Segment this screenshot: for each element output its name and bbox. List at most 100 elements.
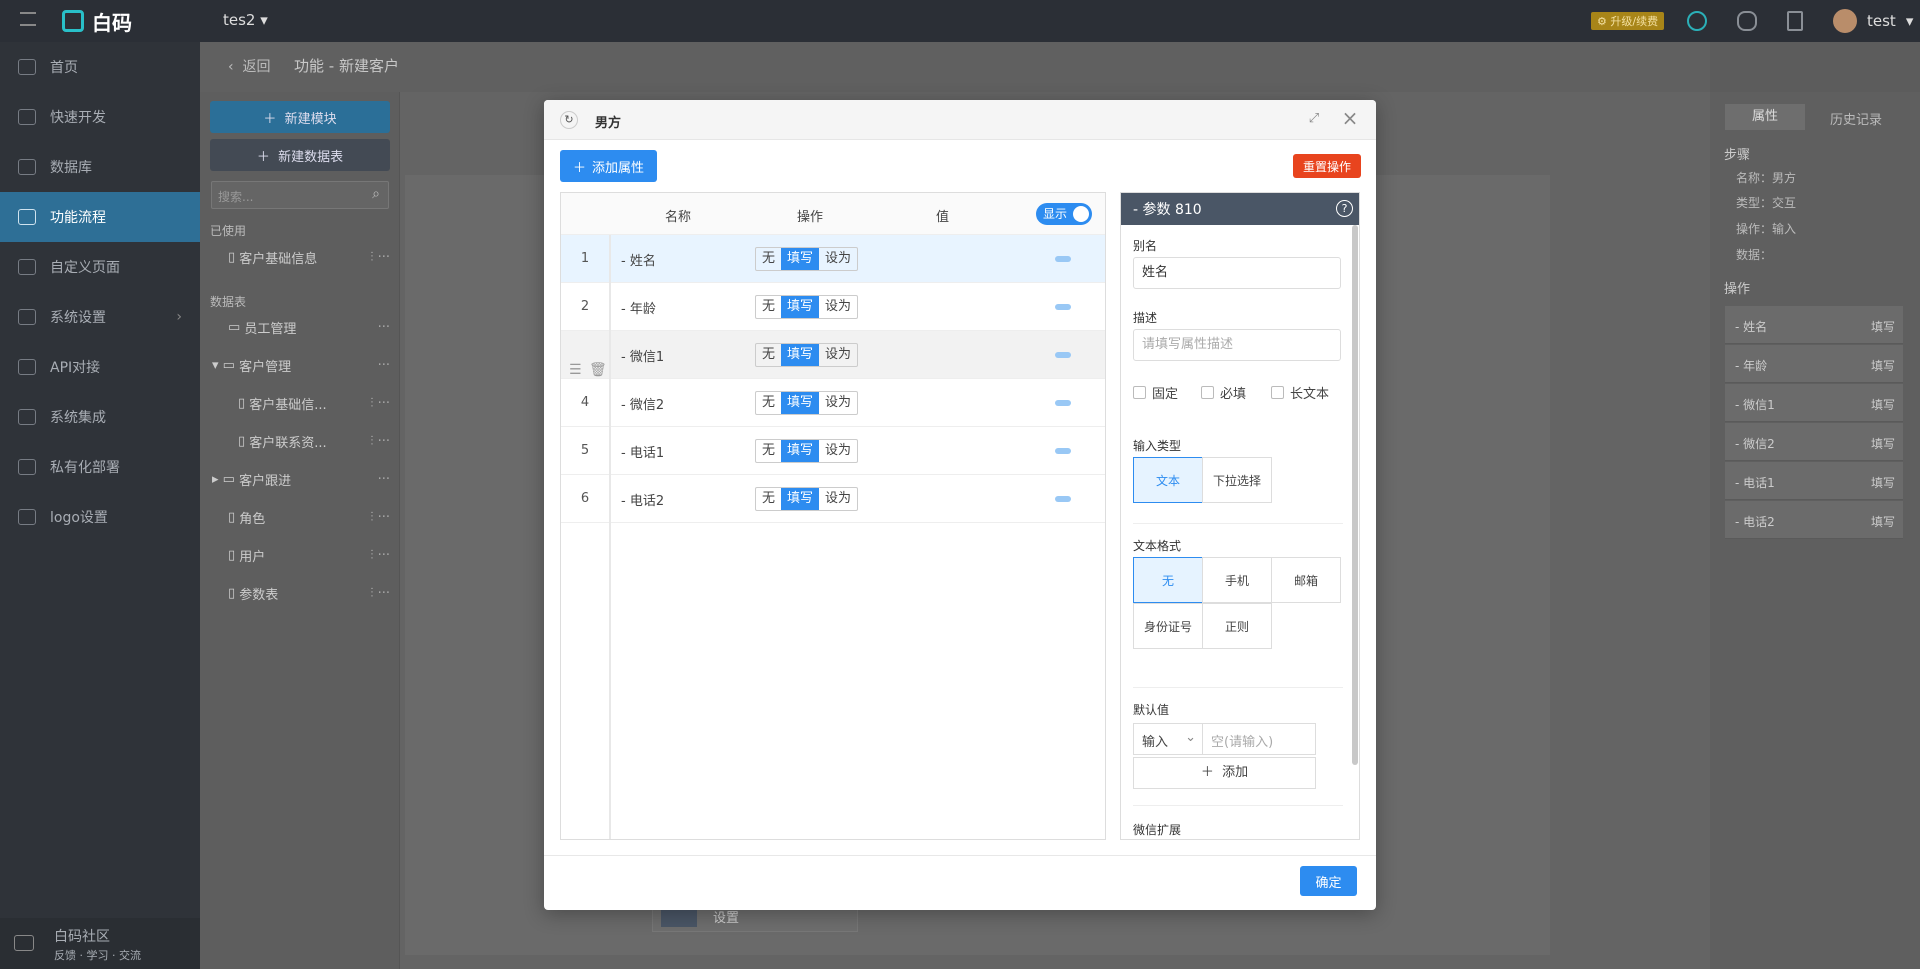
tree-item-label: 员工管理 — [244, 321, 297, 337]
alias-input[interactable]: 姓名 — [1133, 257, 1341, 289]
table-row[interactable]: 1 - 姓名 无填写 设为 — [561, 235, 1105, 283]
format-none[interactable]: 无 — [1133, 557, 1203, 603]
more-icon[interactable]: ⫶ ··· — [370, 434, 390, 449]
tree-item[interactable]: ▯ 客户基础信息 ⫶ ··· — [210, 246, 390, 268]
tree-item[interactable]: ▸ ▭ 客户跟进 ··· — [210, 468, 390, 490]
required-checkbox[interactable]: 必填 — [1201, 383, 1246, 402]
value-toggle[interactable] — [1055, 448, 1071, 454]
tree-item[interactable]: ▾ ▭ 客户管理 ··· — [210, 354, 390, 376]
op-fill[interactable]: 填写 — [781, 344, 820, 366]
tree-item[interactable]: ▯ 用户 ⫶ ··· — [210, 544, 390, 566]
search-icon[interactable]: ⌕ — [372, 186, 380, 202]
tree-item[interactable]: ▯ 参数表 ⫶ ··· — [210, 582, 390, 604]
back-link[interactable]: ‹ 返回 — [228, 56, 271, 76]
expand-icon[interactable]: ⤢ — [1306, 111, 1322, 127]
table-row[interactable]: 4 - 微信2 无填写 设为 — [561, 379, 1105, 427]
more-icon[interactable]: ··· — [378, 320, 390, 335]
table-row[interactable]: 2 - 年龄 无填写 设为 — [561, 283, 1105, 331]
more-icon[interactable]: ⫶ ··· — [370, 586, 390, 601]
long-text-checkbox[interactable]: 长文本 — [1271, 383, 1329, 402]
more-icon[interactable]: ··· — [378, 472, 390, 487]
tree-search-input[interactable]: 搜索... — [218, 188, 253, 205]
more-icon[interactable]: ⫶ ··· — [370, 396, 390, 411]
more-icon[interactable]: ⫶ ··· — [370, 250, 390, 265]
description-input[interactable]: 请填写属性描述 — [1133, 329, 1341, 361]
community-link[interactable]: 白码社区 反馈 · 学习 · 交流 — [0, 918, 200, 969]
op-fill[interactable]: 填写 — [781, 392, 820, 414]
op-fill[interactable]: 填写 — [781, 296, 820, 318]
tab-history[interactable]: 历史记录 — [1830, 109, 1882, 128]
more-icon[interactable]: ⫶ ··· — [370, 548, 390, 563]
play-icon[interactable] — [1687, 11, 1707, 31]
tree-item[interactable]: ▭ 员工管理 ··· — [210, 316, 390, 338]
op-none[interactable]: 无 — [756, 392, 781, 414]
value-toggle[interactable] — [1055, 496, 1071, 502]
op-set[interactable]: 设为 — [819, 296, 857, 318]
op-set[interactable]: 设为 — [819, 392, 857, 414]
op-none[interactable]: 无 — [756, 440, 781, 462]
more-icon[interactable]: ⫶ ··· — [370, 510, 390, 525]
format-phone[interactable]: 手机 — [1202, 557, 1272, 603]
op-set[interactable]: 设为 — [819, 344, 857, 366]
new-table-button[interactable]: ＋ 新建数据表 — [210, 139, 390, 171]
tree-item[interactable]: ▯ 客户联系资... ⫶ ··· — [210, 430, 390, 452]
op-none[interactable]: 无 — [756, 344, 781, 366]
chevron-right-icon: › — [176, 309, 182, 325]
param-scrollbar[interactable] — [1352, 225, 1358, 765]
close-icon[interactable]: × — [1340, 108, 1360, 128]
help-icon[interactable] — [1787, 11, 1803, 31]
add-default-button[interactable]: ＋ 添加 — [1133, 757, 1316, 789]
sidebar-item-quick-dev[interactable]: 快速开发 — [0, 92, 200, 142]
user-menu[interactable]: test ▾ — [1833, 9, 1913, 33]
refresh-icon[interactable]: ↻ — [560, 111, 578, 129]
sidebar-item-logo[interactable]: logo设置 — [0, 492, 200, 542]
sidebar-item-settings[interactable]: 系统设置 › — [0, 292, 200, 342]
show-toggle[interactable]: 显示 — [1036, 203, 1092, 225]
op-fill[interactable]: 填写 — [781, 488, 820, 510]
op-set[interactable]: 设为 — [819, 488, 857, 510]
sidebar-item-integration[interactable]: 系统集成 — [0, 392, 200, 442]
sidebar-item-flow[interactable]: 功能流程 — [0, 192, 200, 242]
fixed-checkbox[interactable]: 固定 — [1133, 383, 1178, 402]
op-none[interactable]: 无 — [756, 488, 781, 510]
sidebar-item-private-deploy[interactable]: 私有化部署 — [0, 442, 200, 492]
menu-toggle-icon[interactable] — [20, 12, 36, 26]
value-toggle[interactable] — [1055, 400, 1071, 406]
op-fill[interactable]: 填写 — [781, 440, 820, 462]
new-module-button[interactable]: ＋ 新建模块 — [210, 101, 390, 133]
reset-operation-button[interactable]: 重置操作 — [1293, 154, 1361, 178]
help-icon[interactable]: ? — [1336, 200, 1353, 217]
table-row[interactable]: 5 - 电话1 无填写 设为 — [561, 427, 1105, 475]
sidebar-item-custom-page[interactable]: 自定义页面 — [0, 242, 200, 292]
input-type-text[interactable]: 文本 — [1133, 457, 1203, 503]
confirm-button[interactable]: 确定 — [1300, 866, 1357, 896]
tab-properties[interactable]: 属性 — [1725, 104, 1805, 130]
sidebar-item-api[interactable]: API对接 — [0, 342, 200, 392]
input-type-dropdown[interactable]: 下拉选择 — [1202, 457, 1272, 503]
op-none[interactable]: 无 — [756, 296, 781, 318]
upgrade-badge[interactable]: ⚙ 升级/续费 — [1591, 12, 1665, 30]
table-row[interactable]: 6 - 电话2 无填写 设为 — [561, 475, 1105, 523]
tree-item[interactable]: ▯ 角色 ⫶ ··· — [210, 506, 390, 528]
value-toggle[interactable] — [1055, 256, 1071, 262]
service-icon[interactable] — [1737, 11, 1757, 31]
value-toggle[interactable] — [1055, 352, 1071, 358]
sidebar-item-home[interactable]: 首页 — [0, 42, 200, 92]
op-fill[interactable]: 填写 — [781, 248, 820, 270]
tree-search[interactable]: 搜索... ⌕ — [211, 181, 389, 209]
add-attribute-button[interactable]: ＋ 添加属性 — [560, 150, 657, 182]
project-selector[interactable]: tes2 ▾ — [223, 11, 268, 29]
default-value-input[interactable]: 空(请输入) — [1202, 723, 1316, 755]
op-set[interactable]: 设为 — [819, 248, 857, 270]
default-mode-select[interactable]: 输入 ⌄ — [1133, 723, 1203, 755]
format-id-card[interactable]: 身份证号 — [1133, 603, 1203, 649]
op-none[interactable]: 无 — [756, 248, 781, 270]
sidebar-item-database[interactable]: 数据库 — [0, 142, 200, 192]
tree-item[interactable]: ▯ 客户基础信... ⫶ ··· — [210, 392, 390, 414]
op-set[interactable]: 设为 — [819, 440, 857, 462]
more-icon[interactable]: ··· — [378, 358, 390, 373]
value-toggle[interactable] — [1055, 304, 1071, 310]
table-row[interactable]: ☰ 🗑 - 微信1 无填写 设为 — [561, 331, 1105, 379]
format-email[interactable]: 邮箱 — [1271, 557, 1341, 603]
format-regex[interactable]: 正则 — [1202, 603, 1272, 649]
